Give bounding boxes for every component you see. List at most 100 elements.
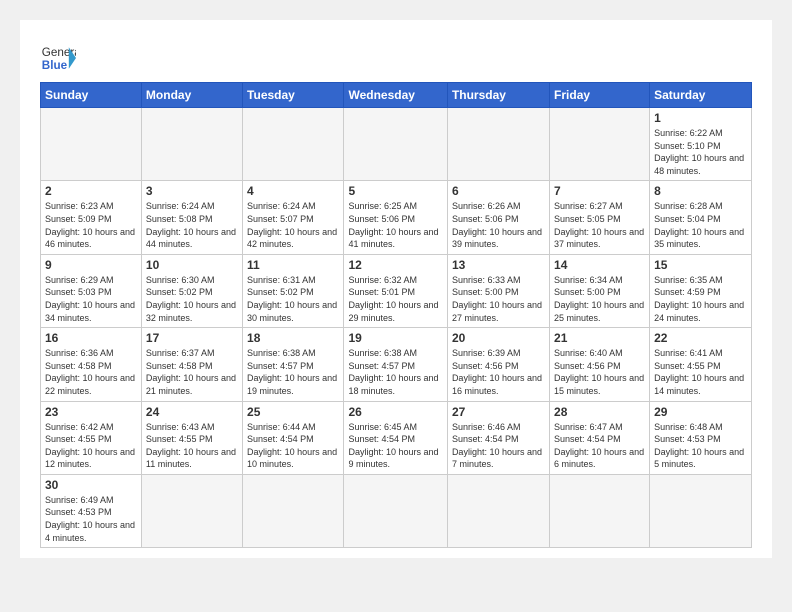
day-cell <box>550 474 650 547</box>
day-info: Sunrise: 6:32 AM Sunset: 5:01 PM Dayligh… <box>348 274 442 324</box>
week-row-1: 2 Sunrise: 6:23 AM Sunset: 5:09 PM Daylig… <box>41 181 752 254</box>
day-number: 22 <box>654 331 747 345</box>
day-info: Sunrise: 6:36 AM Sunset: 4:58 PM Dayligh… <box>45 347 137 397</box>
day-info: Sunrise: 6:47 AM Sunset: 4:54 PM Dayligh… <box>554 421 645 471</box>
day-cell <box>447 474 549 547</box>
day-info: Sunrise: 6:44 AM Sunset: 4:54 PM Dayligh… <box>247 421 339 471</box>
day-number: 18 <box>247 331 339 345</box>
day-cell: 27 Sunrise: 6:46 AM Sunset: 4:54 PM Dayli… <box>447 401 549 474</box>
day-number: 5 <box>348 184 442 198</box>
day-info: Sunrise: 6:38 AM Sunset: 4:57 PM Dayligh… <box>348 347 442 397</box>
day-info: Sunrise: 6:28 AM Sunset: 5:04 PM Dayligh… <box>654 200 747 250</box>
day-cell: 10 Sunrise: 6:30 AM Sunset: 5:02 PM Dayli… <box>141 254 242 327</box>
day-cell: 14 Sunrise: 6:34 AM Sunset: 5:00 PM Dayli… <box>550 254 650 327</box>
day-cell <box>650 474 752 547</box>
week-row-3: 16 Sunrise: 6:36 AM Sunset: 4:58 PM Dayli… <box>41 328 752 401</box>
day-cell: 15 Sunrise: 6:35 AM Sunset: 4:59 PM Dayli… <box>650 254 752 327</box>
day-cell: 16 Sunrise: 6:36 AM Sunset: 4:58 PM Dayli… <box>41 328 142 401</box>
day-cell <box>344 108 447 181</box>
day-number: 29 <box>654 405 747 419</box>
day-cell: 30Sunrise: 6:49 AM Sunset: 4:53 PM Dayli… <box>41 474 142 547</box>
day-info: Sunrise: 6:37 AM Sunset: 4:58 PM Dayligh… <box>146 347 238 397</box>
day-info: Sunrise: 6:27 AM Sunset: 5:05 PM Dayligh… <box>554 200 645 250</box>
week-row-2: 9 Sunrise: 6:29 AM Sunset: 5:03 PM Daylig… <box>41 254 752 327</box>
day-info: Sunrise: 6:35 AM Sunset: 4:59 PM Dayligh… <box>654 274 747 324</box>
day-cell: 19 Sunrise: 6:38 AM Sunset: 4:57 PM Dayli… <box>344 328 447 401</box>
day-cell: 25 Sunrise: 6:44 AM Sunset: 4:54 PM Dayli… <box>243 401 344 474</box>
day-number: 25 <box>247 405 339 419</box>
week-row-5: 30Sunrise: 6:49 AM Sunset: 4:53 PM Dayli… <box>41 474 752 547</box>
day-number: 19 <box>348 331 442 345</box>
day-cell: 1Sunrise: 6:22 AM Sunset: 5:10 PM Daylig… <box>650 108 752 181</box>
day-number: 16 <box>45 331 137 345</box>
day-cell: 4 Sunrise: 6:24 AM Sunset: 5:07 PM Daylig… <box>243 181 344 254</box>
day-info: Sunrise: 6:25 AM Sunset: 5:06 PM Dayligh… <box>348 200 442 250</box>
header: General Blue <box>40 40 752 76</box>
day-number: 13 <box>452 258 545 272</box>
day-number: 4 <box>247 184 339 198</box>
day-info: Sunrise: 6:34 AM Sunset: 5:00 PM Dayligh… <box>554 274 645 324</box>
day-number: 8 <box>654 184 747 198</box>
day-info: Sunrise: 6:22 AM Sunset: 5:10 PM Dayligh… <box>654 127 747 177</box>
day-number: 14 <box>554 258 645 272</box>
day-cell: 20Sunrise: 6:39 AM Sunset: 4:56 PM Dayli… <box>447 328 549 401</box>
day-cell: 23 Sunrise: 6:42 AM Sunset: 4:55 PM Dayli… <box>41 401 142 474</box>
day-info: Sunrise: 6:24 AM Sunset: 5:07 PM Dayligh… <box>247 200 339 250</box>
day-number: 23 <box>45 405 137 419</box>
day-info: Sunrise: 6:46 AM Sunset: 4:54 PM Dayligh… <box>452 421 545 471</box>
day-number: 2 <box>45 184 137 198</box>
day-info: Sunrise: 6:29 AM Sunset: 5:03 PM Dayligh… <box>45 274 137 324</box>
day-cell: 26Sunrise: 6:45 AM Sunset: 4:54 PM Dayli… <box>344 401 447 474</box>
day-info: Sunrise: 6:26 AM Sunset: 5:06 PM Dayligh… <box>452 200 545 250</box>
day-info: Sunrise: 6:23 AM Sunset: 5:09 PM Dayligh… <box>45 200 137 250</box>
day-cell: 18 Sunrise: 6:38 AM Sunset: 4:57 PM Dayli… <box>243 328 344 401</box>
day-info: Sunrise: 6:42 AM Sunset: 4:55 PM Dayligh… <box>45 421 137 471</box>
week-row-0: 1Sunrise: 6:22 AM Sunset: 5:10 PM Daylig… <box>41 108 752 181</box>
day-cell: 12Sunrise: 6:32 AM Sunset: 5:01 PM Dayli… <box>344 254 447 327</box>
day-number: 11 <box>247 258 339 272</box>
day-info: Sunrise: 6:49 AM Sunset: 4:53 PM Dayligh… <box>45 494 137 544</box>
day-cell <box>141 474 242 547</box>
day-cell: 22Sunrise: 6:41 AM Sunset: 4:55 PM Dayli… <box>650 328 752 401</box>
day-number: 10 <box>146 258 238 272</box>
day-cell <box>550 108 650 181</box>
day-cell: 8 Sunrise: 6:28 AM Sunset: 5:04 PM Daylig… <box>650 181 752 254</box>
day-cell: 11 Sunrise: 6:31 AM Sunset: 5:02 PM Dayli… <box>243 254 344 327</box>
svg-text:Blue: Blue <box>42 59 68 72</box>
weekday-header-saturday: Saturday <box>650 83 752 108</box>
day-info: Sunrise: 6:31 AM Sunset: 5:02 PM Dayligh… <box>247 274 339 324</box>
day-number: 3 <box>146 184 238 198</box>
day-cell <box>41 108 142 181</box>
logo-icon: General Blue <box>40 40 76 76</box>
day-info: Sunrise: 6:24 AM Sunset: 5:08 PM Dayligh… <box>146 200 238 250</box>
day-number: 7 <box>554 184 645 198</box>
day-cell <box>243 474 344 547</box>
weekday-header-tuesday: Tuesday <box>243 83 344 108</box>
day-cell: 24Sunrise: 6:43 AM Sunset: 4:55 PM Dayli… <box>141 401 242 474</box>
weekday-header-monday: Monday <box>141 83 242 108</box>
logo: General Blue <box>40 40 76 76</box>
day-number: 15 <box>654 258 747 272</box>
day-cell: 17 Sunrise: 6:37 AM Sunset: 4:58 PM Dayli… <box>141 328 242 401</box>
day-info: Sunrise: 6:38 AM Sunset: 4:57 PM Dayligh… <box>247 347 339 397</box>
day-number: 6 <box>452 184 545 198</box>
day-info: Sunrise: 6:48 AM Sunset: 4:53 PM Dayligh… <box>654 421 747 471</box>
day-info: Sunrise: 6:30 AM Sunset: 5:02 PM Dayligh… <box>146 274 238 324</box>
day-cell: 28Sunrise: 6:47 AM Sunset: 4:54 PM Dayli… <box>550 401 650 474</box>
day-cell: 29 Sunrise: 6:48 AM Sunset: 4:53 PM Dayli… <box>650 401 752 474</box>
weekday-header-row: SundayMondayTuesdayWednesdayThursdayFrid… <box>41 83 752 108</box>
day-number: 27 <box>452 405 545 419</box>
day-cell: 6 Sunrise: 6:26 AM Sunset: 5:06 PM Daylig… <box>447 181 549 254</box>
day-cell: 7 Sunrise: 6:27 AM Sunset: 5:05 PM Daylig… <box>550 181 650 254</box>
day-number: 9 <box>45 258 137 272</box>
weekday-header-friday: Friday <box>550 83 650 108</box>
week-row-4: 23 Sunrise: 6:42 AM Sunset: 4:55 PM Dayli… <box>41 401 752 474</box>
day-number: 17 <box>146 331 238 345</box>
day-cell: 2 Sunrise: 6:23 AM Sunset: 5:09 PM Daylig… <box>41 181 142 254</box>
day-cell: 3 Sunrise: 6:24 AM Sunset: 5:08 PM Daylig… <box>141 181 242 254</box>
weekday-header-wednesday: Wednesday <box>344 83 447 108</box>
day-info: Sunrise: 6:40 AM Sunset: 4:56 PM Dayligh… <box>554 347 645 397</box>
day-info: Sunrise: 6:45 AM Sunset: 4:54 PM Dayligh… <box>348 421 442 471</box>
day-number: 24 <box>146 405 238 419</box>
day-cell: 21Sunrise: 6:40 AM Sunset: 4:56 PM Dayli… <box>550 328 650 401</box>
